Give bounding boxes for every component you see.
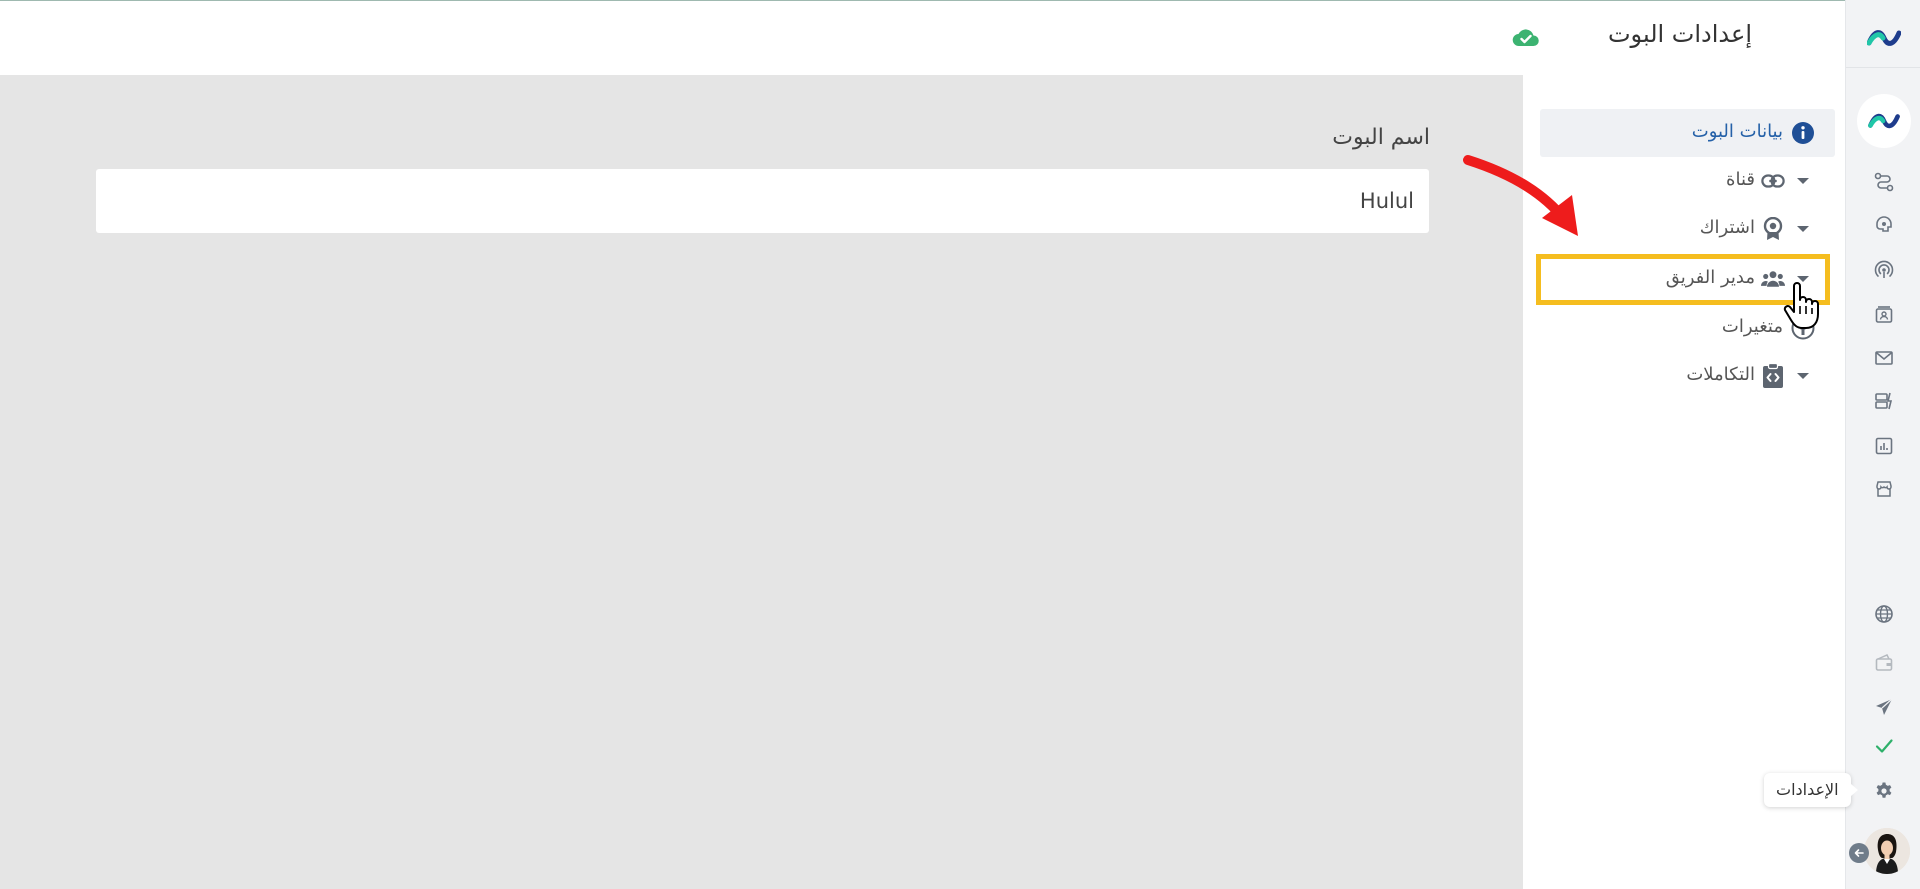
send-icon[interactable] xyxy=(1873,696,1895,718)
menu-item-subscription[interactable]: اشتراك xyxy=(1540,205,1835,253)
variable-icon xyxy=(1791,316,1815,340)
bot-icon[interactable] xyxy=(1873,214,1895,236)
wallet-icon[interactable] xyxy=(1873,652,1895,674)
check-icon[interactable] xyxy=(1873,735,1895,757)
settings-tooltip: الإعدادات xyxy=(1764,773,1858,807)
menu-item-label: اشتراك xyxy=(1699,217,1755,238)
menu-item-label: بيانات البوت xyxy=(1691,121,1783,142)
bot-avatar[interactable] xyxy=(1857,94,1911,148)
mail-icon[interactable] xyxy=(1873,347,1895,369)
icon-rail xyxy=(1845,0,1920,889)
menu-item-label: التكاملات xyxy=(1686,364,1755,385)
code-clipboard-icon xyxy=(1761,363,1785,388)
menu-item-channel[interactable]: قناة xyxy=(1540,157,1835,205)
page-header: إعدادات البوت xyxy=(0,1,1845,75)
caret-down-icon xyxy=(1797,373,1809,379)
collapse-sidebar-button[interactable] xyxy=(1849,843,1869,863)
settings-menu: بيانات البوت قناة اشتراك مدير الفريق متغ… xyxy=(1523,75,1845,889)
menu-item-integrations[interactable]: التكاملات xyxy=(1540,352,1835,400)
templates-icon[interactable] xyxy=(1873,390,1895,412)
info-icon xyxy=(1791,122,1815,144)
highlight-box xyxy=(1536,254,1830,305)
logo-icon xyxy=(1866,29,1901,46)
bot-name-label: اسم البوت xyxy=(1332,125,1430,150)
globe-icon[interactable] xyxy=(1873,603,1895,625)
broadcast-icon[interactable] xyxy=(1873,259,1895,281)
settings-icon[interactable] xyxy=(1873,780,1895,802)
caret-down-icon xyxy=(1797,226,1809,232)
caret-down-icon xyxy=(1797,178,1809,184)
user-avatar-image xyxy=(1864,828,1910,874)
contacts-icon[interactable] xyxy=(1873,304,1895,326)
badge-icon xyxy=(1761,217,1785,240)
store-icon[interactable] xyxy=(1873,478,1895,500)
page-title: إعدادات البوت xyxy=(1607,20,1752,48)
menu-item-label: قناة xyxy=(1726,169,1755,190)
link-icon xyxy=(1761,170,1785,192)
bot-logo-icon xyxy=(1868,113,1900,129)
main-content: اسم البوت xyxy=(0,75,1523,889)
bot-name-input[interactable] xyxy=(96,169,1429,233)
flow-icon[interactable] xyxy=(1873,171,1895,193)
menu-item-label: متغيرات xyxy=(1721,316,1783,337)
app-logo[interactable] xyxy=(1846,8,1920,68)
user-avatar[interactable] xyxy=(1864,828,1910,874)
menu-item-bot-data[interactable]: بيانات البوت xyxy=(1540,109,1835,157)
arrow-left-icon xyxy=(1854,849,1864,857)
cloud-check-icon xyxy=(1512,29,1539,47)
analytics-icon[interactable] xyxy=(1873,435,1895,457)
menu-item-variables[interactable]: متغيرات xyxy=(1540,304,1835,352)
